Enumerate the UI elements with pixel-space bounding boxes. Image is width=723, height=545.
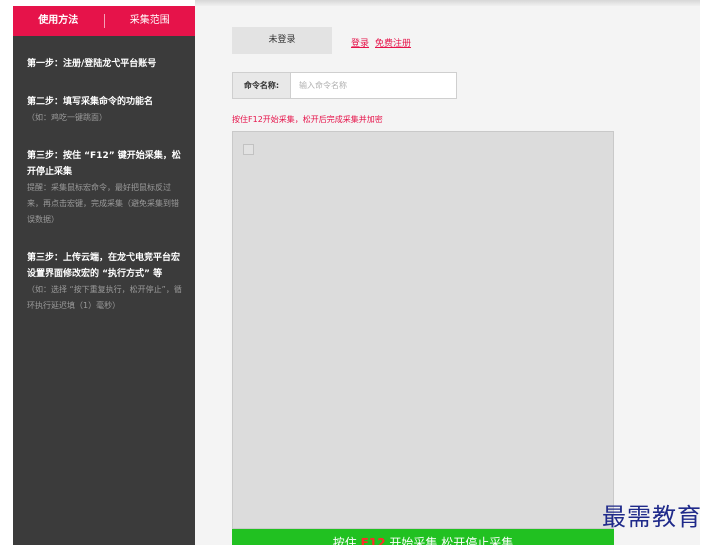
capture-hint: 按住F12开始采集，松开后完成采集并加密 (232, 115, 383, 124)
steps-list: 第一步：注册/登陆龙弋平台账号 第二步：填写采集命令的功能名 （如：鸡吃一键跳面… (13, 36, 195, 314)
step-4: 第三步：上传云端，在龙弋电竞平台宏设置界面修改宏的 “执行方式” 等 （如：选择… (27, 250, 183, 314)
bar-prefix: 按住 (332, 536, 357, 545)
step-title: 第二步：填写采集命令的功能名 (27, 97, 154, 107)
capture-area[interactable] (232, 131, 614, 529)
command-name-label: 命令名称: (233, 73, 291, 98)
bar-key: F12 (360, 536, 386, 545)
capture-bar[interactable]: 按住 F12 开始采集,松开停止采集 (232, 529, 614, 545)
bar-suffix: 开始采集,松开停止采集 (389, 536, 514, 545)
login-link[interactable]: 登录 (351, 36, 369, 49)
command-name-input[interactable] (291, 73, 456, 98)
watermark: 最需教育 (602, 503, 702, 531)
step-3: 第三步：按住 “F12” 键开始采集，松开停止采集 提醒：采集鼠标宏命令，最好把… (27, 148, 183, 228)
login-status: 未登录 (232, 27, 332, 54)
step-1: 第一步：注册/登陆龙弋平台账号 (27, 56, 183, 72)
step-note: 提醒：采集鼠标宏命令，最好把鼠标反过来，再点击宏键，完成采集（避免采集到错误数据… (27, 183, 179, 224)
capture-checkbox[interactable] (243, 144, 254, 155)
step-2: 第二步：填写采集命令的功能名 （如：鸡吃一键跳面） (27, 94, 183, 126)
sidebar-tabs: 使用方法 采集范围 (13, 6, 195, 36)
step-note: （如：鸡吃一键跳面） (27, 113, 107, 122)
tab-usage[interactable]: 使用方法 (13, 14, 104, 28)
sidebar: 使用方法 采集范围 第一步：注册/登陆龙弋平台账号 第二步：填写采集命令的功能名… (13, 6, 195, 545)
register-link[interactable]: 免费注册 (375, 36, 411, 49)
step-title: 第三步：按住 “F12” 键开始采集，松开停止采集 (27, 151, 181, 177)
right-margin (700, 0, 723, 545)
step-title: 第一步：注册/登陆龙弋平台账号 (27, 59, 157, 69)
step-note: （如：选择 “按下重复执行，松开停止”，循环执行延迟填（1）毫秒） (27, 285, 182, 310)
tab-scope[interactable]: 采集范围 (103, 14, 196, 28)
command-name-row: 命令名称: (232, 72, 457, 99)
step-title: 第三步：上传云端，在龙弋电竞平台宏设置界面修改宏的 “执行方式” 等 (27, 253, 181, 279)
